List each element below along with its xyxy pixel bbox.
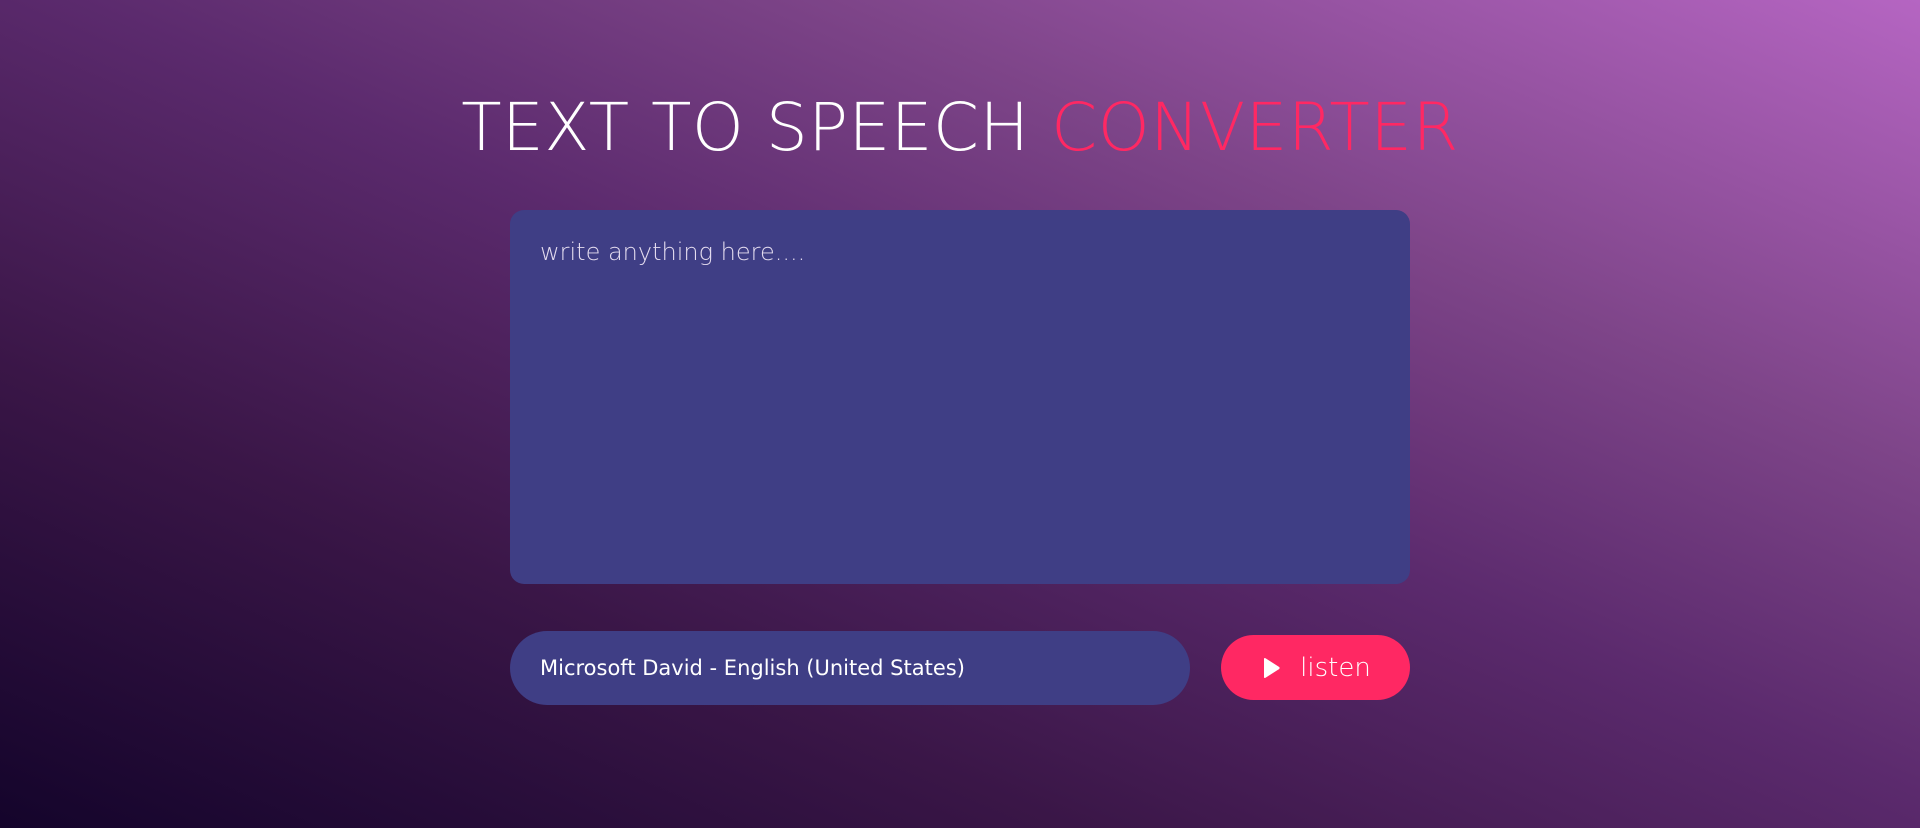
- text-input[interactable]: [510, 210, 1410, 584]
- listen-button[interactable]: listen: [1221, 635, 1410, 700]
- play-icon: [1260, 657, 1282, 679]
- page-title: TEXT TO SPEECH CONVERTER: [0, 88, 1920, 168]
- listen-button-label: listen: [1300, 652, 1371, 683]
- voice-select-value: Microsoft David - English (United States…: [540, 656, 965, 680]
- voice-select[interactable]: Microsoft David - English (United States…: [510, 631, 1190, 705]
- title-accent: CONVERTER: [1051, 89, 1459, 167]
- title-main: TEXT TO SPEECH: [461, 89, 1030, 167]
